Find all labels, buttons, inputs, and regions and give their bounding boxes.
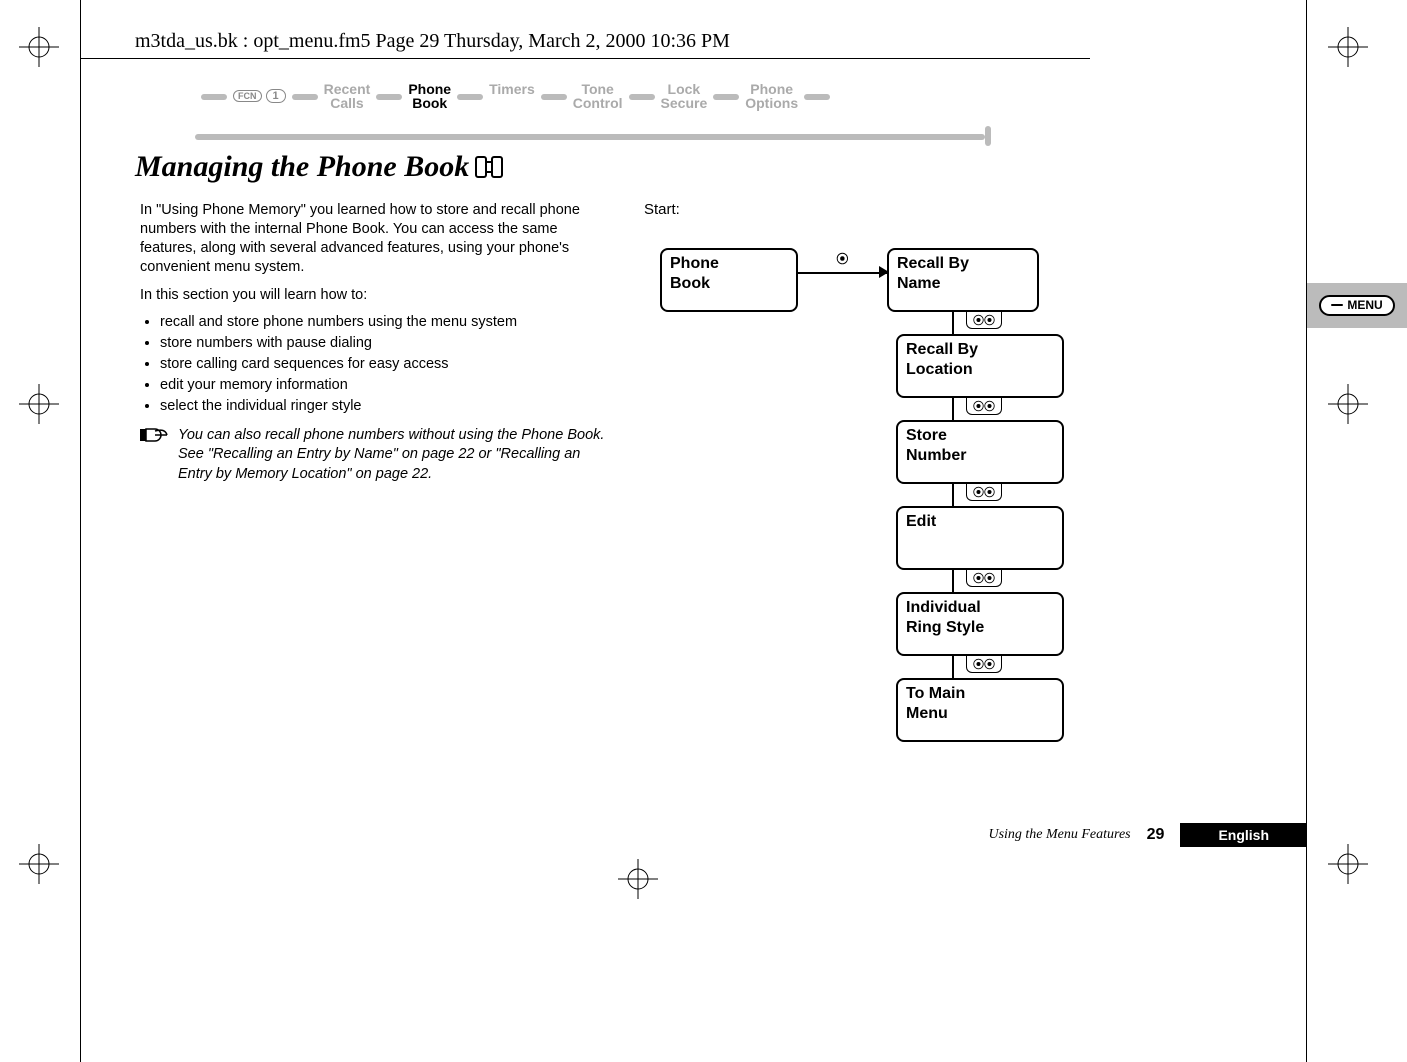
bullet-item: store numbers with pause dialing (160, 334, 610, 353)
nav-sep (201, 94, 227, 100)
nav-underline (195, 134, 985, 140)
crop-rule-left (80, 0, 81, 1062)
flow-item-line1: Recall By (906, 340, 1054, 360)
registration-mark-icon (614, 855, 662, 903)
bullet-item: recall and store phone numbers using the… (160, 313, 610, 332)
registration-mark-icon (15, 23, 63, 71)
flow-connector: ⦿⦿ (922, 570, 1002, 592)
flow-item: Store Number (896, 420, 1064, 484)
nav-sep (713, 94, 739, 100)
nav-label: Timers (489, 82, 535, 96)
registration-mark-icon (1324, 840, 1372, 888)
nav-sep (629, 94, 655, 100)
flow-connector: ⦿⦿ (922, 312, 1002, 334)
flow-column: Start: Phone Book ⦿ Recall By Name ⦿⦿ (644, 201, 1039, 742)
hand-note-icon (140, 426, 170, 483)
breadcrumb-nav: FCN 1 Recent Calls Phone Book Timers Ton… (195, 80, 1005, 135)
registration-mark-icon (1324, 380, 1372, 428)
page-title-text: Managing the Phone Book (135, 150, 469, 184)
nav-sep (376, 94, 402, 100)
side-tab-menu: MENU (1307, 283, 1407, 328)
flow-item-line2: Name (897, 274, 1029, 294)
header-rule (80, 58, 1090, 59)
nav-label: Calls (324, 96, 371, 110)
nav-label: Book (408, 96, 451, 110)
nav-label: Tone (573, 82, 623, 96)
nav-recent-calls: Recent Calls (324, 80, 371, 104)
one-key: 1 (266, 89, 286, 103)
language-badge: English (1180, 823, 1307, 847)
page: m3tda_us.bk : opt_menu.fm5 Page 29 Thurs… (0, 0, 1407, 1062)
footer: Using the Menu Features 29 English (0, 823, 1407, 847)
flow-arrow: ⦿ (798, 248, 887, 300)
nav-label: Recent (324, 82, 371, 96)
registration-mark-icon (15, 840, 63, 888)
scroll-both-icon: ⦿⦿ (966, 484, 1002, 501)
registration-mark-icon (15, 380, 63, 428)
registration-mark-icon (1324, 23, 1372, 71)
nav-label: Lock (661, 82, 708, 96)
scroll-both-icon: ⦿⦿ (966, 398, 1002, 415)
nav-label: Phone (408, 82, 451, 96)
flow-item: Recall By Location (896, 334, 1064, 398)
intro-para: In "Using Phone Memory" you learned how … (140, 201, 610, 278)
flow-item: To Main Menu (896, 678, 1064, 742)
flow-item-line2: Ring Style (906, 618, 1054, 638)
flow-connector: ⦿⦿ (922, 656, 1002, 678)
list-intro: In this section you will learn how to: (140, 286, 610, 305)
nav-label: Secure (661, 96, 708, 110)
nav-sep (292, 94, 318, 100)
scroll-both-icon: ⦿⦿ (966, 312, 1002, 329)
nav-phone-options: Phone Options (745, 80, 798, 104)
nav-timers: Timers (489, 80, 535, 104)
note-text: You can also recall phone numbers withou… (178, 426, 610, 483)
flow-connector: ⦿⦿ (922, 398, 1002, 420)
flow-item-line1: Recall By (897, 254, 1029, 274)
nav-phone-book: Phone Book (408, 80, 451, 104)
flow-item: Recall By Name (887, 248, 1039, 312)
flow-item-line1: To Main (906, 684, 1054, 704)
crop-rule-right (1306, 0, 1307, 1062)
flow-item-line2: Menu (906, 704, 1054, 724)
bullet-item: select the individual ringer style (160, 397, 610, 416)
nav-tone-control: Tone Control (573, 80, 623, 104)
flow-item: Individual Ring Style (896, 592, 1064, 656)
nav-sep (457, 94, 483, 100)
flow-root: Phone Book (660, 248, 798, 312)
flow-item-line2: Location (906, 360, 1054, 380)
nav-label: Options (745, 96, 798, 110)
running-header: m3tda_us.bk : opt_menu.fm5 Page 29 Thurs… (135, 30, 730, 53)
nav-lock-secure: Lock Secure (661, 80, 708, 104)
start-label: Start: (644, 201, 1039, 218)
page-number: 29 (1147, 826, 1165, 844)
page-title: Managing the Phone Book (135, 150, 503, 184)
note: You can also recall phone numbers withou… (140, 426, 610, 483)
fcn-one-keys: FCN 1 (233, 89, 286, 103)
footer-section-title: Using the Menu Features (988, 827, 1130, 843)
nav-label: Phone (745, 82, 798, 96)
flow-item-line2: Number (906, 446, 1054, 466)
scroll-icon: ⦿ (836, 250, 848, 267)
flow-root-line1: Phone (670, 254, 788, 274)
scroll-both-icon: ⦿⦿ (966, 570, 1002, 587)
scroll-both-icon: ⦿⦿ (966, 656, 1002, 673)
flow-root-line2: Book (670, 274, 788, 294)
flow-item-line1: Individual (906, 598, 1054, 618)
flowchart: Phone Book ⦿ Recall By Name ⦿⦿ Recall B (660, 248, 1039, 742)
bullet-list: recall and store phone numbers using the… (140, 313, 610, 417)
fcn-key: FCN (233, 90, 262, 102)
menu-key-icon: MENU (1319, 295, 1394, 316)
nav-label: Control (573, 96, 623, 110)
flow-connector: ⦿⦿ (922, 484, 1002, 506)
flow-item-line1: Edit (906, 512, 1054, 532)
body-text: In "Using Phone Memory" you learned how … (140, 201, 610, 484)
nav-sep (541, 94, 567, 100)
flow-item: Edit (896, 506, 1064, 570)
bullet-item: store calling card sequences for easy ac… (160, 355, 610, 374)
phonebook-icon (475, 156, 503, 182)
menu-key-label: MENU (1347, 298, 1382, 312)
flow-item-line1: Store (906, 426, 1054, 446)
nav-sep (804, 94, 830, 100)
bullet-item: edit your memory information (160, 376, 610, 395)
